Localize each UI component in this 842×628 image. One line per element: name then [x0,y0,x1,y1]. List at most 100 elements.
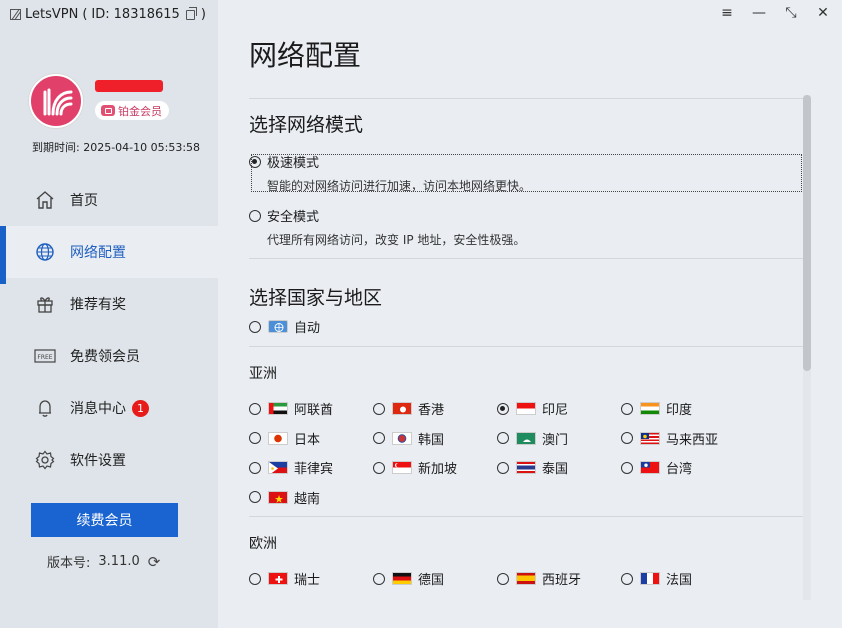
gift-icon [34,293,56,315]
globe-icon [34,241,56,263]
radio-icon[interactable] [621,572,633,585]
radio-icon[interactable] [249,155,261,168]
country-label: 马来西亚 [666,432,719,448]
membership-badge: 铂金会员 [95,101,169,120]
free-icon: FREE [34,345,56,367]
window-title: LetsVPN (ID: 18318615 ) [10,6,206,22]
avatar[interactable] [29,74,83,128]
vn-flag-icon [268,490,288,504]
username-redacted [95,80,163,92]
renew-membership-button[interactable]: 续费会员 [31,503,178,537]
country-label: 韩国 [418,432,445,448]
radio-icon[interactable] [373,402,385,415]
network-mode-heading: 选择网络模式 [249,114,364,136]
copy-icon[interactable] [185,6,197,20]
country-heading: 选择国家与地区 [249,287,383,309]
radio-icon[interactable] [497,572,509,585]
sidebar-nav: 首页 网络配置 推荐有奖 FREE 免费领会员 消息中心 1 软件设置 [0,174,218,486]
country-option-fr[interactable]: 法国 [621,569,692,588]
radio-icon[interactable] [373,461,385,474]
radio-icon[interactable] [249,572,261,585]
my-flag-icon [640,431,660,445]
main-panel: ≡ — ⤡ ✕ 网络配置 选择网络模式 极速模式 智能的对网络访问进行加速，访问… [218,0,842,628]
country-auto[interactable]: 自动 [249,317,320,336]
country-option-in[interactable]: 印度 [621,399,692,418]
sidebar-item-messages[interactable]: 消息中心 1 [0,382,218,434]
mode-option-secure[interactable]: 安全模式 代理所有网络访问，改变 IP 地址，安全性极强。 [249,206,525,248]
country-label: 阿联酋 [294,403,334,418]
sidebar-item-home[interactable]: 首页 [0,174,218,226]
country-option-sg[interactable]: 新加坡 [373,458,457,477]
home-icon [34,189,56,211]
country-label: 瑞士 [294,573,321,588]
version-info: 版本号: 3.11.0 ⟳ [47,552,161,572]
jp-flag-icon [268,431,288,445]
country-option-jp[interactable]: 日本 [249,429,320,448]
radio-icon[interactable] [249,432,261,444]
sidebar-item-network[interactable]: 网络配置 [0,226,218,284]
mo-flag-icon [516,431,536,445]
id-flag-icon [516,402,536,415]
radio-icon[interactable] [497,461,509,474]
radio-icon[interactable] [373,432,385,444]
message-count-badge: 1 [132,399,149,417]
in-flag-icon [640,402,660,415]
sidebar-item-free-member[interactable]: FREE 免费领会员 [0,330,218,382]
sidebar-item-referral[interactable]: 推荐有奖 [0,278,218,330]
country-option-hk[interactable]: 香港 [373,399,444,418]
th-flag-icon [516,461,536,474]
radio-icon[interactable] [497,402,509,415]
kr-flag-icon [392,431,412,445]
es-flag-icon [516,572,536,585]
ch-flag-icon [268,572,288,585]
country-option-es[interactable]: 西班牙 [497,569,581,588]
mode-option-fast[interactable]: 极速模式 智能的对网络访问进行加速，访问本地网络更快。 [249,152,531,194]
country-option-ae[interactable]: 阿联酋 [249,399,333,418]
country-option-my[interactable]: 马来西亚 [621,429,718,448]
country-option-kr[interactable]: 韩国 [373,429,444,448]
country-option-vn[interactable]: 越南 [249,488,320,507]
country-label: 法国 [666,573,693,588]
radio-icon[interactable] [373,572,385,585]
expiry-text: 到期时间: 2025-04-10 05:53:58 [32,141,201,154]
radio-icon[interactable] [497,432,509,444]
country-option-mo[interactable]: 澳门 [497,429,568,448]
country-label: 德国 [418,573,445,588]
id-label: ID: [91,7,110,22]
fr-flag-icon [640,572,660,585]
country-option-ph[interactable]: 菲律宾 [249,458,333,477]
window-controls: ≡ — ⤡ ✕ [718,5,832,21]
country-label: 西班牙 [542,573,582,588]
restore-icon[interactable]: ⤡ [782,5,800,21]
country-option-id[interactable]: 印尼 [497,399,568,418]
radio-icon[interactable] [249,491,261,503]
country-option-ch[interactable]: 瑞士 [249,569,320,588]
radio-icon[interactable] [621,402,633,415]
country-option-tw[interactable]: 台湾 [621,458,692,477]
radio-icon[interactable] [621,461,633,474]
page-title: 网络配置 [249,39,362,72]
close-icon[interactable]: ✕ [814,5,832,21]
country-option-de[interactable]: 德国 [373,569,444,588]
radio-icon[interactable] [249,402,261,415]
sidebar-item-settings[interactable]: 软件设置 [0,434,218,486]
de-flag-icon [392,572,412,585]
country-label: 新加坡 [418,462,458,477]
ae-flag-icon [268,402,288,415]
radio-icon[interactable] [249,461,261,474]
minimize-icon[interactable]: — [750,5,768,21]
tw-flag-icon [640,461,660,474]
region-heading-asia: 亚洲 [249,366,277,382]
country-label: 澳门 [542,432,569,448]
svg-text:FREE: FREE [37,354,52,361]
refresh-icon[interactable]: ⟳ [148,553,161,571]
ph-flag-icon [268,461,288,474]
radio-icon[interactable] [249,209,261,222]
menu-icon[interactable]: ≡ [718,5,736,21]
scrollbar-thumb[interactable] [803,95,811,371]
country-label: 泰国 [542,462,569,477]
sidebar: LetsVPN (ID: 18318615 ) 铂金会员 到期时间: 2025-… [0,0,218,628]
hk-flag-icon [392,402,412,415]
country-option-th[interactable]: 泰国 [497,458,568,477]
radio-icon[interactable] [621,432,633,444]
